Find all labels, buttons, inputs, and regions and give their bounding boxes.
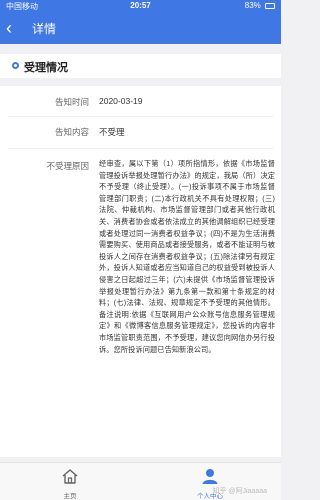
notify-time-row: 告知时间 2020-03-19 bbox=[0, 94, 281, 116]
tab-home[interactable]: 主页 bbox=[40, 463, 100, 500]
battery-percent: 83% bbox=[244, 1, 261, 10]
notify-content-row: 告知内容 不受理 bbox=[0, 124, 281, 146]
user-icon bbox=[202, 469, 218, 484]
tab-home-label: 主页 bbox=[63, 493, 77, 500]
nav-bar: ‹ 详情 bbox=[0, 12, 281, 44]
section-title: 受理情况 bbox=[24, 62, 68, 74]
circle-dot-icon bbox=[12, 62, 19, 69]
reason-label: 不受理原因 bbox=[46, 161, 89, 171]
notify-content-label: 告知内容 bbox=[54, 127, 89, 137]
status-bar: 中国移动 20:57 83% bbox=[0, 0, 281, 12]
section-header: 受理情况 bbox=[0, 54, 281, 78]
battery-icon bbox=[265, 2, 275, 9]
watermark: 知乎 @阿Jiaaaaa bbox=[212, 488, 267, 495]
clock: 20:57 bbox=[130, 1, 151, 10]
notify-time-value: 2020-03-19 bbox=[99, 96, 143, 106]
chevron-left-icon[interactable]: ‹ bbox=[6, 16, 26, 40]
page-title: 详情 bbox=[32, 22, 57, 36]
details-card: 告知时间 2020-03-19 告知内容 不受理 不受理原因 经审查，属以下第（… bbox=[0, 86, 281, 457]
home-icon bbox=[62, 469, 78, 484]
reason-row: 不受理原因 经审查，属以下第（1）项所指情形，依据《市场监督管理投诉举报处理暂行… bbox=[0, 158, 281, 452]
notify-time-label: 告知时间 bbox=[54, 97, 89, 107]
reason-value: 经审查，属以下第（1）项所指情形，依据《市场监督管理投诉举报处理暂行办法》的规定… bbox=[99, 159, 275, 354]
notify-content-value: 不受理 bbox=[99, 127, 125, 137]
divider bbox=[8, 148, 273, 149]
battery-indicator: 83% bbox=[245, 1, 275, 10]
divider bbox=[8, 116, 273, 117]
